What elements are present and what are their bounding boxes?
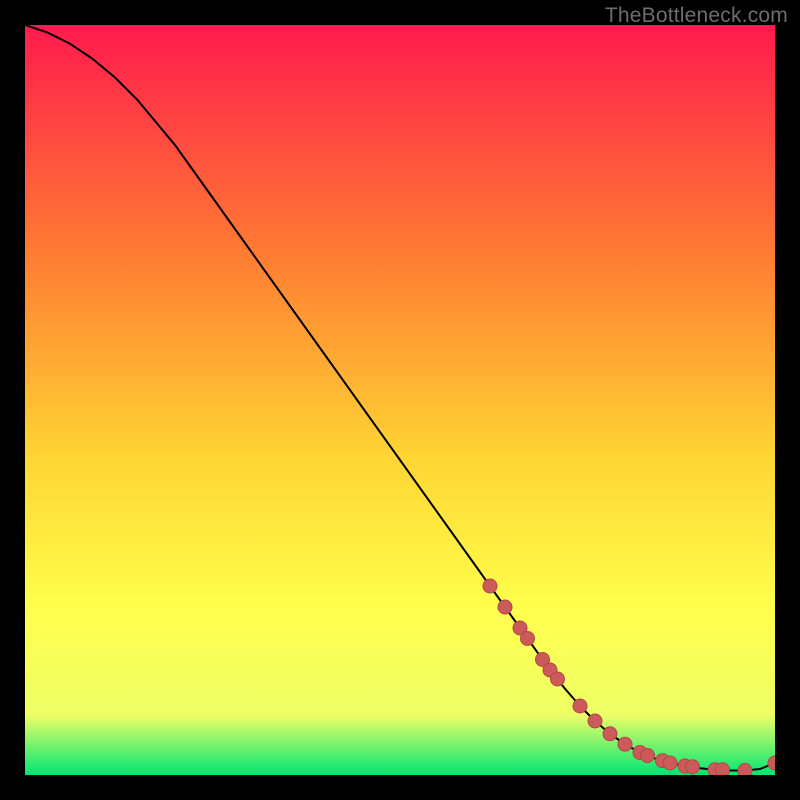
data-marker [618, 737, 632, 751]
gradient-background [25, 25, 775, 775]
plot-area [25, 25, 775, 775]
data-marker [738, 764, 752, 776]
data-marker [716, 763, 730, 775]
plot-svg [25, 25, 775, 775]
data-marker [641, 749, 655, 763]
data-marker [483, 579, 497, 593]
data-marker [551, 672, 565, 686]
data-marker [573, 699, 587, 713]
data-marker [603, 727, 617, 741]
data-marker [663, 756, 677, 770]
data-marker [498, 600, 512, 614]
chart-frame: TheBottleneck.com [0, 0, 800, 800]
watermark-text: TheBottleneck.com [605, 4, 788, 28]
data-marker [588, 714, 602, 728]
data-marker [686, 760, 700, 774]
data-marker [521, 632, 535, 646]
